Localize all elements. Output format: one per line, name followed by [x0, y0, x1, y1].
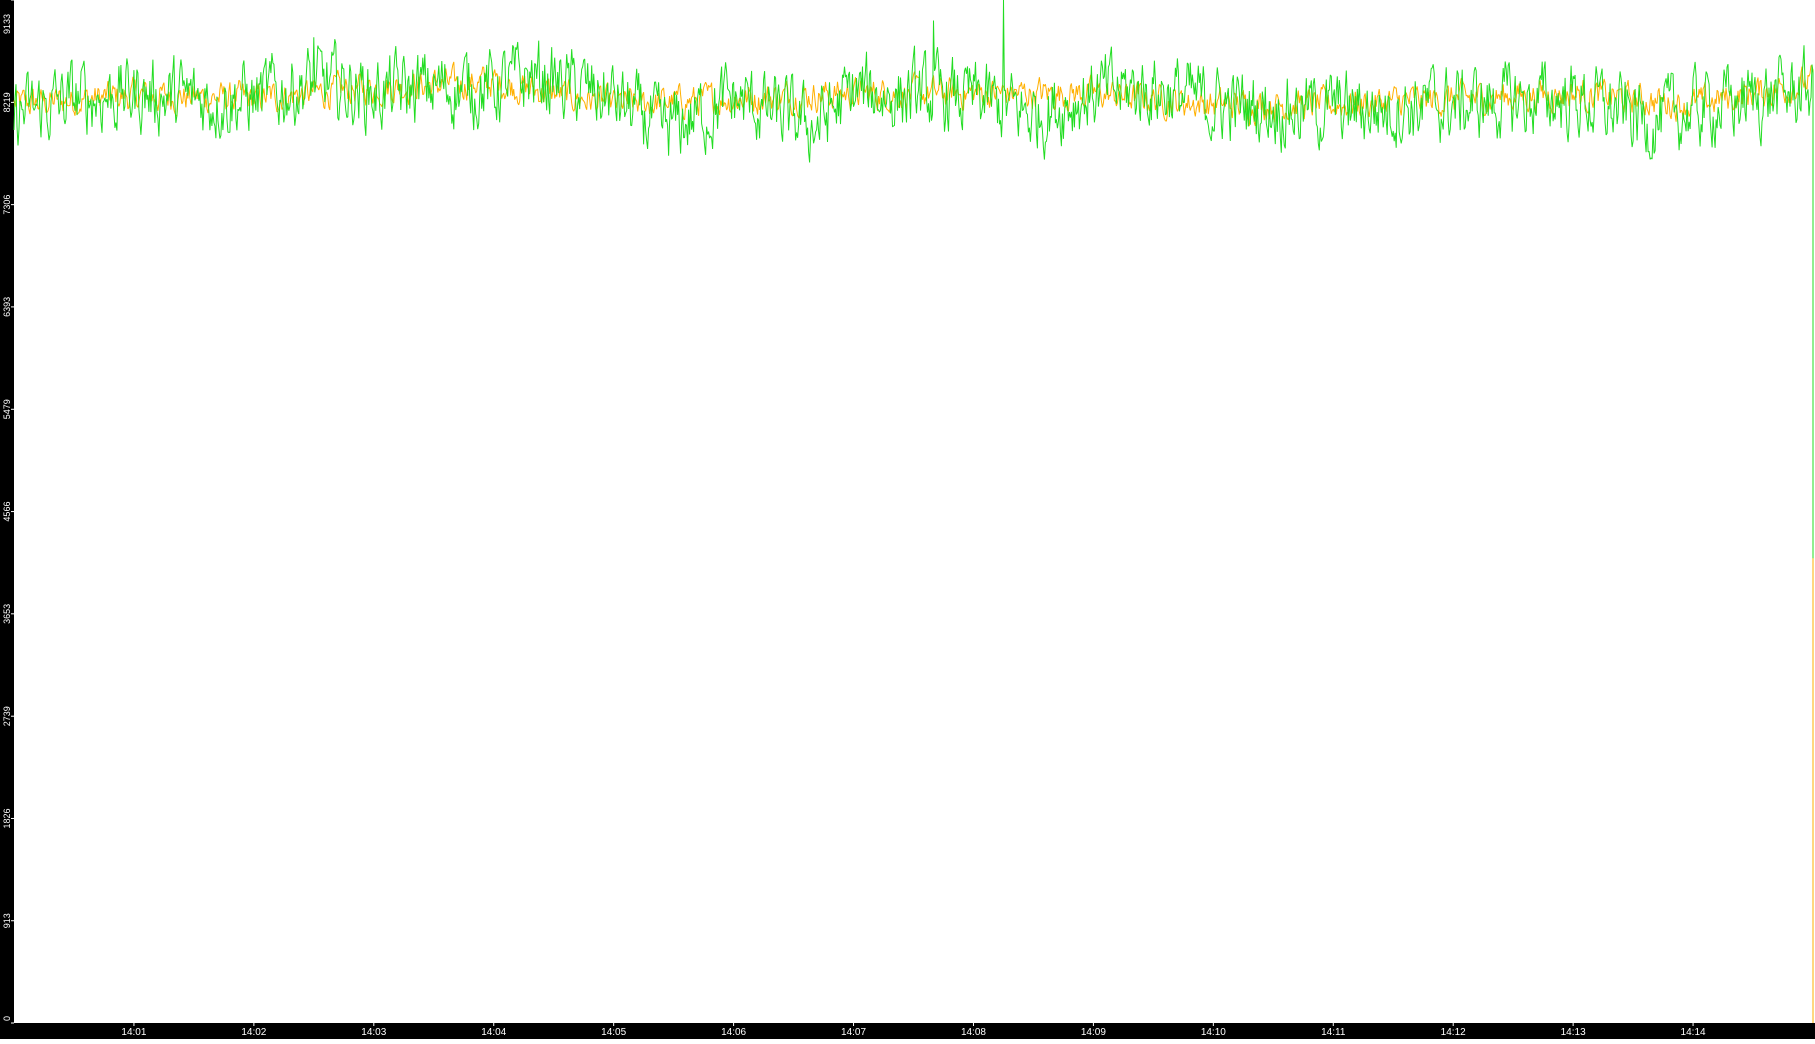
x-tick-label: 14:08	[961, 1027, 986, 1038]
y-tick-label: 0	[2, 1016, 12, 1021]
x-tick-label: 14:11	[1321, 1027, 1346, 1038]
chart-container: 0 913 1826 2739 3653 4566 5479 6393 7306 8219 9133…	[0, 0, 1815, 1039]
y-tick-label: 913	[2, 913, 12, 928]
y-tick-label: 5479	[2, 399, 12, 419]
x-tick-label: 14:14	[1681, 1027, 1706, 1038]
line-chart: 0 913 1826 2739 3653 4566 5479 6393 7306 8219 9133…	[0, 0, 1815, 1039]
x-tick-label: 14:07	[841, 1027, 866, 1038]
x-tick-label: 14:10	[1201, 1027, 1226, 1038]
y-tick-label: 6393	[2, 297, 12, 317]
x-tick-label: 14:12	[1441, 1027, 1466, 1038]
y-tick-label: 9133	[2, 14, 12, 34]
x-tick-label: 14:04	[481, 1027, 506, 1038]
x-tick-label: 14:03	[361, 1027, 386, 1038]
x-tick-label: 14:06	[721, 1027, 746, 1038]
x-tick-label: 14:01	[121, 1027, 146, 1038]
x-tick-label: 14:05	[601, 1027, 626, 1038]
y-tick-label: 2739	[2, 706, 12, 726]
x-axis-band	[0, 1023, 1815, 1039]
x-tick-label: 14:02	[241, 1027, 266, 1038]
y-tick-label: 8219	[2, 92, 12, 112]
plot-background	[0, 0, 1815, 1039]
y-tick-label: 1826	[2, 808, 12, 828]
y-tick-label: 7306	[2, 195, 12, 215]
y-tick-label: 3653	[2, 604, 12, 624]
x-tick-label: 14:09	[1081, 1027, 1106, 1038]
y-tick-label: 4566	[2, 502, 12, 522]
x-tick-label: 14:13	[1561, 1027, 1586, 1038]
